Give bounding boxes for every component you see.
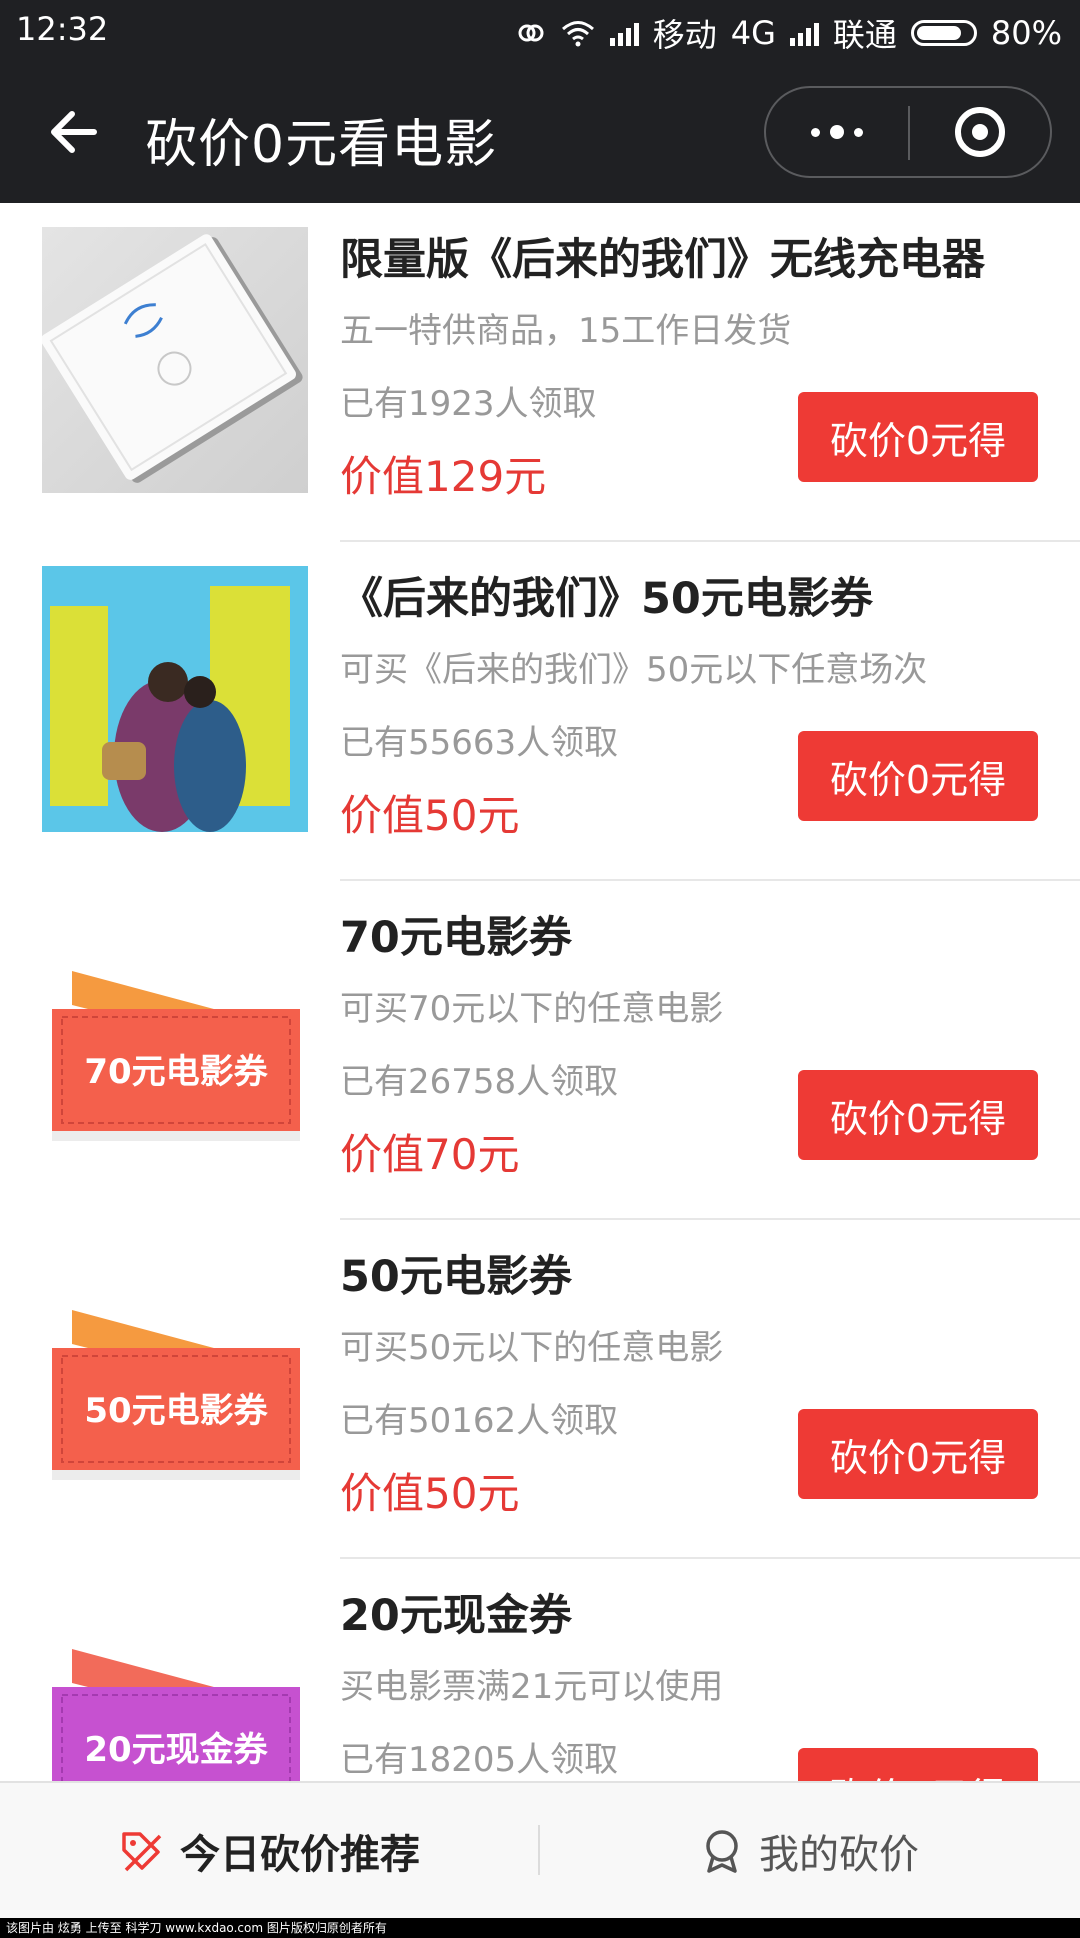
item-desc: 可买《后来的我们》50元以下任意场次: [340, 650, 928, 690]
link-icon: [518, 24, 544, 42]
back-button[interactable]: [44, 102, 104, 162]
item-value: 价值50元: [340, 1469, 520, 1518]
ticket-image: 70元电影券: [42, 905, 308, 1171]
item-count: 已有50162人领取: [340, 1401, 619, 1441]
item-desc: 五一特供商品，15工作日发货: [340, 311, 792, 351]
list-item[interactable]: 限量版《后来的我们》无线充电器 五一特供商品，15工作日发货 已有1923人领取…: [0, 203, 1080, 542]
item-count: 已有55663人领取: [340, 723, 619, 763]
ticket-label: 70元电影券: [84, 1052, 268, 1092]
ticket-label: 50元电影券: [84, 1391, 268, 1431]
arrow-left-icon: [51, 111, 97, 153]
item-title: 限量版《后来的我们》无线充电器: [340, 235, 985, 285]
close-button[interactable]: [910, 88, 1050, 176]
status-right: 移动 4G 联通 80%: [516, 10, 1062, 56]
status-bar: 12:32 移动 4G 联通 80%: [0, 0, 1080, 62]
signal-icon: [609, 20, 639, 46]
ticket-image: 50元电影券: [42, 1244, 308, 1510]
page-title: 砍价0元看电影: [145, 115, 498, 175]
item-value: 价值70元: [340, 1130, 520, 1179]
tab-today-recommend[interactable]: 今日砍价推荐: [0, 1783, 538, 1918]
item-desc: 可买70元以下的任意电影: [340, 989, 724, 1029]
signal-icon-2: [789, 20, 819, 46]
bottom-tab-bar: 今日砍价推荐 我的砍价: [0, 1781, 1080, 1918]
item-count: 已有26758人领取: [340, 1062, 619, 1102]
list-item[interactable]: 50元电影券 50元电影券 可买50元以下的任意电影 已有50162人领取 价值…: [0, 1220, 1080, 1559]
watermark-text: 该图片由 炫勇 上传至 科学刀 www.kxdao.com 图片版权归原创者所有: [0, 1918, 1080, 1938]
top-header: 12:32 移动 4G 联通 80% 砍价0元看电影: [0, 0, 1080, 203]
tab-label: 今日砍价推荐: [180, 1831, 420, 1878]
item-desc: 可买50元以下的任意电影: [340, 1328, 724, 1368]
more-button[interactable]: [766, 88, 908, 176]
wifi-icon: [561, 21, 594, 47]
dot-icon: [811, 127, 820, 137]
bargain-button[interactable]: 砍价0元得: [798, 392, 1038, 482]
carrier-mobile: 移动: [652, 16, 717, 54]
bargain-button[interactable]: 砍价0元得: [798, 1070, 1038, 1160]
bargain-button[interactable]: 砍价0元得: [798, 731, 1038, 821]
item-title: 《后来的我们》50元电影券: [340, 574, 873, 624]
item-count: 已有1923人领取: [340, 384, 597, 424]
bargain-button[interactable]: 砍价0元得: [798, 1748, 1038, 1781]
product-image-charger: [42, 227, 308, 493]
battery-level: 80%: [990, 14, 1062, 52]
list-item[interactable]: 《后来的我们》50元电影券 可买《后来的我们》50元以下任意场次 已有55663…: [0, 542, 1080, 881]
list-item[interactable]: 20元现金券 20元现金券 买电影票满21元可以使用 已有18205人领取 砍价…: [0, 1559, 1080, 1781]
dot-icon: [854, 127, 863, 137]
item-value: 价值129元: [340, 452, 547, 501]
item-count: 已有18205人领取: [340, 1740, 619, 1780]
mini-program-capsule: [764, 86, 1052, 178]
item-value: 价值50元: [340, 791, 520, 840]
tab-label: 我的砍价: [759, 1831, 919, 1878]
product-list: 限量版《后来的我们》无线充电器 五一特供商品，15工作日发货 已有1923人领取…: [0, 203, 1080, 1781]
battery-icon: [910, 20, 977, 46]
item-title: 20元现金券: [340, 1591, 572, 1641]
tab-my-bargains[interactable]: 我的砍价: [540, 1783, 1080, 1918]
bargain-button[interactable]: 砍价0元得: [798, 1409, 1038, 1499]
ticket-image: 20元现金券: [42, 1583, 308, 1781]
item-desc: 买电影票满21元可以使用: [340, 1667, 724, 1707]
dot-icon: [830, 125, 844, 139]
movie-poster-image: [42, 566, 308, 832]
list-item[interactable]: 70元电影券 70元电影券 可买70元以下的任意电影 已有26758人领取 价值…: [0, 881, 1080, 1220]
target-icon: [955, 107, 1005, 157]
item-title: 50元电影券: [340, 1252, 572, 1302]
price-tag-icon: [122, 1831, 162, 1871]
ticket-label: 20元现金券: [84, 1730, 268, 1770]
network-type: 4G: [730, 14, 776, 52]
status-time: 12:32: [16, 10, 109, 48]
item-title: 70元电影券: [340, 913, 572, 963]
medal-icon: [706, 1829, 738, 1873]
navigation-bar: 砍价0元看电影: [0, 62, 1080, 203]
carrier-unicom: 联通: [832, 16, 897, 54]
